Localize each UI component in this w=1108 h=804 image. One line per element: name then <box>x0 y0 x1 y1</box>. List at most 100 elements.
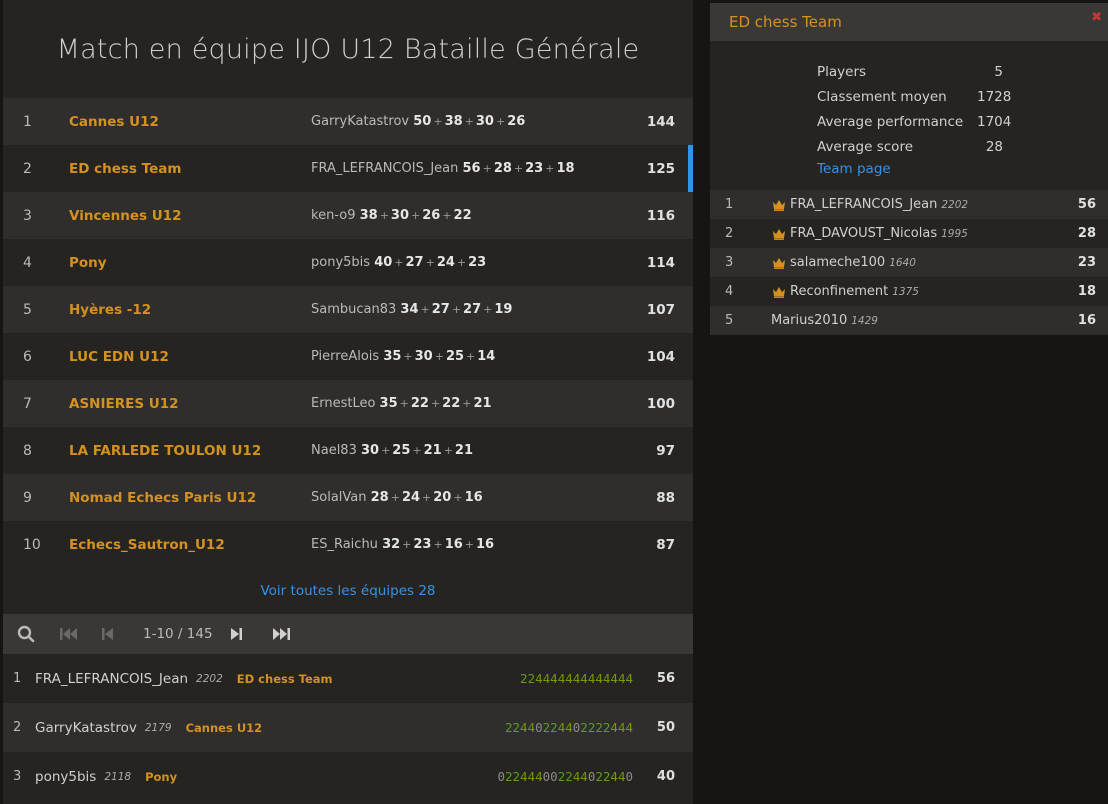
player-score: 50 <box>656 720 675 735</box>
leader-points: 23 <box>413 537 432 552</box>
last-page-icon[interactable] <box>271 626 313 642</box>
first-page-icon[interactable] <box>59 626 101 642</box>
team-name-link[interactable]: Pony <box>69 255 311 271</box>
team-score: 114 <box>646 254 675 271</box>
page-title: Match en équipe IJO U12 Bataille Général… <box>56 33 640 65</box>
team-name-link[interactable]: Hyères -12 <box>69 302 311 318</box>
leader-points: 22 <box>453 208 472 223</box>
team-row[interactable]: 4 Pony pony5bis 40 +27 +24 +23 114 <box>3 239 693 286</box>
plus-sign: + <box>451 303 462 316</box>
member-name[interactable]: Reconfinement <box>790 284 888 299</box>
team-name-link[interactable]: Cannes U12 <box>69 114 311 130</box>
team-row[interactable]: 1 Cannes U12 GarryKatastrov 50 +38 +30 +26 144 <box>3 98 693 145</box>
team-name-link[interactable]: ED chess Team <box>69 161 311 177</box>
leader-name[interactable]: GarryKatastrov <box>311 114 409 129</box>
player-rating: 2179 <box>144 721 172 734</box>
leader-points: 24 <box>401 490 421 505</box>
team-page-link[interactable]: Team page <box>817 159 1108 179</box>
member-rating: 1375 <box>892 285 919 298</box>
plus-sign: + <box>433 538 443 551</box>
team-row[interactable]: 8 LA FARLEDE TOULON U12 Nael83 30 +25 +21 +21… <box>3 427 693 474</box>
member-score: 28 <box>1077 226 1096 241</box>
leader-points: 38 <box>359 208 378 223</box>
leader-points: 25 <box>392 443 411 458</box>
team-member-row[interactable]: 4 Reconfinement 1375 18 <box>710 277 1108 306</box>
leader-points: 32 <box>382 537 401 552</box>
team-member-row[interactable]: 5 Marius2010 1429 16 <box>710 306 1108 335</box>
player-name[interactable]: pony5bis <box>35 769 96 785</box>
crown-icon <box>772 286 790 298</box>
plus-sign: + <box>545 162 555 175</box>
player-team-link[interactable]: Cannes U12 <box>186 721 505 735</box>
leader-name[interactable]: FRA_LEFRANCOIS_Jean <box>311 161 458 176</box>
see-all-teams-link[interactable]: Voir toutes les équipes 28 <box>3 568 693 614</box>
team-leader: ErnestLeo 35 +22 +22 +21 <box>311 396 633 411</box>
team-row[interactable]: 2 ED chess Team FRA_LEFRANCOIS_Jean 56 +28 +… <box>3 145 693 192</box>
team-row[interactable]: 10 Echecs_Sautron_U12 ES_Raichu 32 +23 +16 +1… <box>3 521 693 568</box>
player-row[interactable]: 3 pony5bis 2118 Pony 022444002244022440 40 <box>3 752 693 801</box>
plus-sign: + <box>443 444 453 457</box>
team-row[interactable]: 7 ASNIERES U12 ErnestLeo 35 +22 +22 +21 100 <box>3 380 693 427</box>
team-member-row[interactable]: 3 salameche100 1640 23 <box>710 248 1108 277</box>
leader-name[interactable]: SolalVan <box>311 490 367 505</box>
plus-sign: + <box>422 491 432 504</box>
team-member-row[interactable]: 2 FRA_DAVOUST_Nicolas 1995 28 <box>710 219 1108 248</box>
team-row[interactable]: 6 LUC EDN U12 PierreAlois 35 +30 +25 +14 104 <box>3 333 693 380</box>
team-name-link[interactable]: ASNIERES U12 <box>69 396 311 412</box>
team-info-panel: ED chess Team ✖ Players 5 Classement moyen… <box>710 3 1108 335</box>
team-row[interactable]: 9 Nomad Echecs Paris U12 SolalVan 28 +24 +20… <box>3 474 693 521</box>
leader-points: 35 <box>383 349 402 364</box>
member-score: 23 <box>1077 255 1096 270</box>
team-row[interactable]: 3 Vincennes U12 ken-o9 38 +30 +26 +22 116 <box>3 192 693 239</box>
leader-name[interactable]: pony5bis <box>311 255 370 270</box>
leader-name[interactable]: Nael83 <box>311 443 357 458</box>
leader-name[interactable]: PierreAlois <box>311 349 379 364</box>
stat-value: 1704 <box>977 113 1012 130</box>
member-name[interactable]: FRA_DAVOUST_Nicolas <box>790 226 937 241</box>
team-member-row[interactable]: 1 FRA_LEFRANCOIS_Jean 2202 56 <box>710 190 1108 219</box>
player-team-link[interactable]: ED chess Team <box>237 672 520 686</box>
player-name[interactable]: FRA_LEFRANCOIS_Jean <box>35 671 188 687</box>
crown-icon <box>772 257 790 269</box>
stat-label: Average score <box>817 138 914 155</box>
team-row[interactable]: 5 Hyères -12 Sambucan83 34 +27 +27 +19 107 <box>3 286 693 333</box>
player-score: 56 <box>656 671 675 686</box>
player-team-link[interactable]: Pony <box>145 770 497 784</box>
member-score: 18 <box>1077 284 1096 299</box>
team-rank: 8 <box>23 442 32 459</box>
player-score-sheet: 224444444444444 <box>520 671 633 686</box>
member-name[interactable]: Marius2010 <box>771 313 847 328</box>
player-rank: 3 <box>13 769 22 784</box>
team-name-link[interactable]: Vincennes U12 <box>69 208 311 224</box>
leader-name[interactable]: ES_Raichu <box>311 537 378 552</box>
member-rank: 3 <box>725 255 734 270</box>
team-name-link[interactable]: Echecs_Sautron_U12 <box>69 537 311 553</box>
leader-name[interactable]: ken-o9 <box>311 208 355 223</box>
leader-name[interactable]: Sambucan83 <box>311 302 396 317</box>
next-page-icon[interactable] <box>229 626 271 642</box>
member-name[interactable]: salameche100 <box>790 255 885 270</box>
player-rating: 2202 <box>196 672 223 685</box>
prev-page-icon[interactable] <box>101 626 143 642</box>
plus-sign: + <box>430 397 441 410</box>
member-rating: 1429 <box>851 314 878 327</box>
search-icon[interactable] <box>17 625 59 643</box>
team-name-link[interactable]: LA FARLEDE TOULON U12 <box>69 443 311 459</box>
team-name-link[interactable]: LUC EDN U12 <box>69 349 311 365</box>
plus-sign: + <box>412 444 422 457</box>
player-standings: 1 FRA_LEFRANCOIS_Jean 2202 ED chess Team 224… <box>3 654 693 801</box>
team-name-link[interactable]: Nomad Echecs Paris U12 <box>69 490 311 506</box>
player-name[interactable]: GarryKatastrov <box>35 720 137 736</box>
leader-name[interactable]: ErnestLeo <box>311 396 375 411</box>
team-score: 88 <box>656 489 675 506</box>
team-rank: 5 <box>23 301 32 318</box>
player-row[interactable]: 2 GarryKatastrov 2179 Cannes U12 22440224402… <box>3 703 693 752</box>
plus-sign: + <box>381 444 391 457</box>
member-name[interactable]: FRA_LEFRANCOIS_Jean <box>790 197 937 212</box>
close-icon[interactable]: ✖ <box>1091 10 1102 25</box>
team-stat: Players 5 <box>817 59 1108 84</box>
member-rating: 1995 <box>941 227 968 240</box>
leader-points: 20 <box>433 490 452 505</box>
leader-points: 23 <box>468 255 487 270</box>
player-row[interactable]: 1 FRA_LEFRANCOIS_Jean 2202 ED chess Team 224… <box>3 654 693 703</box>
